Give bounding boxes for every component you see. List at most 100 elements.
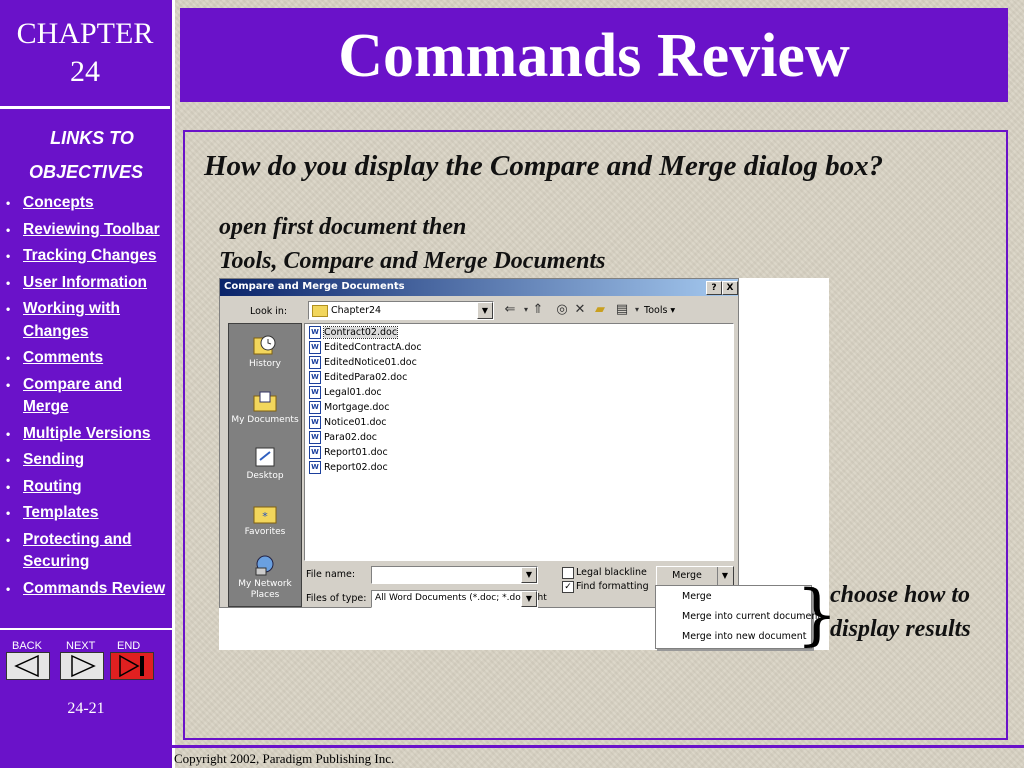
file-item[interactable]: W EditedNotice01.doc <box>309 356 417 370</box>
bullet-icon: • <box>6 453 11 467</box>
place-history[interactable]: History <box>229 334 301 370</box>
merge-dropdown-menu: Merge Merge into current document Merge … <box>655 585 821 649</box>
place-label: Favorites <box>244 527 286 537</box>
place-desktop[interactable]: Desktop <box>229 446 301 482</box>
back-arrow-icon[interactable]: ⇐ <box>502 303 518 317</box>
page-number: 24-21 <box>67 700 105 717</box>
file-item[interactable]: W EditedPara02.doc <box>309 371 407 385</box>
look-in-label: Look in: <box>250 306 288 317</box>
callout-line-2: display results <box>830 616 971 642</box>
history-icon <box>253 335 276 355</box>
file-item[interactable]: W Legal01.doc <box>309 386 382 400</box>
compare-merge-dialog: Compare and Merge Documents ? X Look in:… <box>219 278 739 608</box>
link-label[interactable]: Working with Changes <box>23 300 120 340</box>
place-my-documents[interactable]: My Documents <box>229 390 301 426</box>
find-formatting-label: Find formatting <box>576 581 649 592</box>
svg-text:*: * <box>262 510 268 523</box>
callout-line-1: choose how to <box>830 582 971 608</box>
link-working-with-changes[interactable]: • Working with Changes <box>6 298 168 343</box>
file-item[interactable]: W Para02.doc <box>309 431 377 445</box>
merge-button-label: Merge <box>672 570 702 581</box>
arrow-left-icon <box>6 652 50 680</box>
link-concepts[interactable]: • Concepts <box>6 192 168 215</box>
desktop-icon <box>255 447 275 467</box>
page-title: Commands Review <box>338 22 850 90</box>
link-user-information[interactable]: • User Information <box>6 272 168 295</box>
search-web-icon[interactable]: ◎ <box>554 303 570 317</box>
chevron-down-icon[interactable]: ▾ <box>629 303 645 317</box>
chapter-label: CHAPTER <box>16 17 154 50</box>
chevron-down-icon[interactable]: ▼ <box>477 302 493 319</box>
link-multiple-versions[interactable]: • Multiple Versions <box>6 423 168 446</box>
place-my-network-places[interactable]: My Network Places <box>229 554 301 601</box>
files-of-type-select[interactable]: All Word Documents (*.doc; *.dot; *.ht ▼ <box>371 590 547 608</box>
link-label[interactable]: Templates <box>23 504 99 521</box>
legal-blackline-checkbox[interactable] <box>562 567 574 579</box>
link-sending[interactable]: • Sending <box>6 449 168 472</box>
link-label[interactable]: Routing <box>23 478 82 495</box>
file-name: Report01.doc <box>324 447 388 458</box>
link-label[interactable]: Reviewing Toolbar <box>23 221 160 238</box>
link-routing[interactable]: • Routing <box>6 476 168 499</box>
menu-item-merge[interactable]: Merge <box>682 591 712 602</box>
link-compare-and-merge[interactable]: • Compare and Merge <box>6 374 168 419</box>
file-name: Notice01.doc <box>324 417 387 428</box>
word-doc-icon: W <box>309 401 321 414</box>
back-button[interactable] <box>6 652 50 680</box>
file-name-label: File name: <box>306 569 356 580</box>
file-list[interactable]: W Contract02.doc W EditedContractA.doc W Ed… <box>304 323 734 561</box>
link-tracking-changes[interactable]: • Tracking Changes <box>6 245 168 268</box>
views-icon[interactable]: ▤ <box>614 303 630 317</box>
link-label[interactable]: Tracking Changes <box>23 247 157 264</box>
answer-line-1: open first document then <box>219 214 467 240</box>
link-label[interactable]: Compare and Merge <box>23 376 122 416</box>
menu-item-merge-new[interactable]: Merge into new document <box>682 631 806 642</box>
up-folder-icon[interactable]: ⇑ <box>530 303 546 317</box>
chevron-down-icon[interactable]: ▼ <box>521 591 537 607</box>
look-in-select[interactable]: Chapter24 ▼ <box>308 301 494 320</box>
link-label[interactable]: Multiple Versions <box>23 425 150 442</box>
new-folder-icon[interactable]: ▰ <box>592 303 608 317</box>
link-protecting-and-securing[interactable]: • Protecting and Securing <box>6 529 168 574</box>
end-label: END <box>117 640 141 652</box>
file-item[interactable]: W EditedContractA.doc <box>309 341 422 355</box>
link-label[interactable]: Sending <box>23 451 84 468</box>
sidebar-divider <box>172 0 175 768</box>
bottom-divider <box>172 745 1024 748</box>
link-templates[interactable]: • Templates <box>6 502 168 525</box>
merge-button[interactable]: Merge ▼ <box>656 566 734 586</box>
file-name: Contract02.doc <box>322 326 399 339</box>
find-formatting-checkbox[interactable]: ✓ <box>562 581 574 593</box>
file-item[interactable]: W Mortgage.doc <box>309 401 389 415</box>
word-doc-icon: W <box>309 341 321 354</box>
links-title-line1: LINKS TO <box>50 128 134 148</box>
end-button[interactable] <box>110 652 154 680</box>
file-name-input[interactable]: ▼ <box>371 566 538 584</box>
link-comments[interactable]: • Comments <box>6 347 168 370</box>
link-label[interactable]: Comments <box>23 349 103 366</box>
place-favorites[interactable]: * Favorites <box>229 502 301 538</box>
chevron-down-icon[interactable]: ▼ <box>717 567 732 585</box>
delete-icon[interactable]: ✕ <box>572 303 588 317</box>
file-item[interactable]: W Report01.doc <box>309 446 388 460</box>
file-name: EditedPara02.doc <box>324 372 408 383</box>
links-title-line2: OBJECTIVES <box>28 162 144 182</box>
help-button[interactable]: ? <box>706 281 722 295</box>
link-label[interactable]: Concepts <box>23 194 94 211</box>
bullet-icon: • <box>6 222 11 237</box>
file-item[interactable]: W Notice01.doc <box>309 416 387 430</box>
chapter-number: 24 <box>70 55 100 88</box>
link-commands-review[interactable]: • Commands Review <box>6 578 168 601</box>
link-label[interactable]: User Information <box>23 274 147 291</box>
chevron-down-icon[interactable]: ▼ <box>521 567 537 583</box>
file-item[interactable]: W Contract02.doc <box>309 326 399 340</box>
link-reviewing-toolbar[interactable]: • Reviewing Toolbar <box>6 219 168 242</box>
file-item[interactable]: W Report02.doc <box>309 461 388 475</box>
next-button[interactable] <box>60 652 104 680</box>
link-label[interactable]: Protecting and Securing <box>23 531 132 571</box>
back-label: BACK <box>12 640 42 652</box>
bullet-icon: • <box>6 506 11 520</box>
close-button[interactable]: X <box>722 281 738 295</box>
link-label[interactable]: Commands Review <box>23 580 165 597</box>
tools-menu[interactable]: Tools ▾ <box>644 305 675 316</box>
